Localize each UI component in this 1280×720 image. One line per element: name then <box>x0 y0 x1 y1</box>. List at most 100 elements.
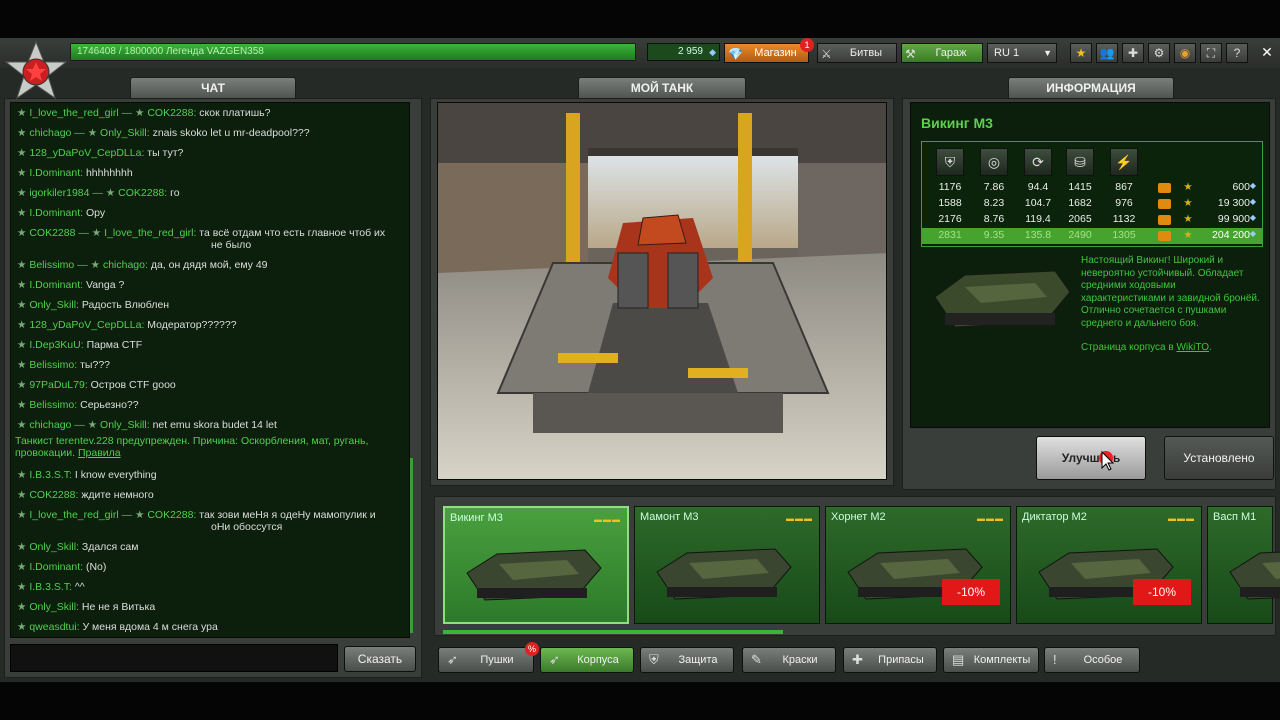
upgrade-level-icon: ▬▬▬ <box>977 514 1004 523</box>
rank-icon: — ★ <box>74 259 103 271</box>
chat-text: Парма CTF <box>86 339 143 351</box>
close-icon[interactable]: ✕ <box>1256 43 1278 63</box>
chat-sender[interactable]: I.Dominant <box>29 561 80 573</box>
modification-level-icon <box>1158 199 1171 209</box>
chat-sender[interactable]: I.Dominant <box>29 167 80 179</box>
chat-recipient[interactable]: COK2288 <box>118 187 164 199</box>
chat-sender[interactable]: I.Dep3KuU <box>29 339 80 351</box>
category-4[interactable]: ✎ Краски <box>742 647 836 673</box>
items-scrollbar[interactable] <box>443 630 783 634</box>
friends-icon[interactable]: 👥 <box>1096 43 1118 63</box>
help-icon[interactable]: ? <box>1226 43 1248 63</box>
chat-sender[interactable]: Only_Skill <box>29 299 76 311</box>
tank-preview <box>437 102 887 480</box>
upgrade-button[interactable]: Улучшить <box>1036 436 1146 480</box>
chat-recipient[interactable]: Only_Skill <box>100 127 147 139</box>
chat-sender[interactable]: I_love_the_red_girl <box>29 107 118 119</box>
chat-input[interactable] <box>10 644 338 672</box>
kits-icon: ▤ <box>952 652 965 667</box>
chat-text: hhhhhhhh <box>85 167 133 179</box>
chat-sender[interactable]: I_love_the_red_girl <box>29 509 118 521</box>
chat-message: ★ I_love_the_red_girl — ★ COK2288: скок … <box>17 107 270 119</box>
price-value: 600 <box>1232 181 1250 193</box>
crossed-swords-icon: ⚔ <box>821 47 832 61</box>
chat-message: ★ igorkiler1984 — ★ COK2288: го <box>17 187 180 199</box>
chat-sender[interactable]: Belissimo <box>29 359 74 371</box>
stats-row: 2831 9.35 135.8 2490 1305 ★ 204 200 ◆ <box>922 228 1262 244</box>
battles-button[interactable]: ⚔ Битвы <box>817 43 897 63</box>
crystals-value: 2 959 <box>677 46 703 57</box>
server-select[interactable]: RU 1 ▼ <box>987 43 1057 63</box>
chat-text: net emu skora budet 14 let <box>152 419 277 431</box>
chat-sender[interactable]: qweasdtui <box>29 621 76 633</box>
chat-message: ★ I.Dep3KuU: Парма CTF <box>17 339 142 351</box>
sound-icon[interactable]: ◉ <box>1174 43 1196 63</box>
stat-value: 1176 <box>938 181 962 193</box>
stat-value: 104.7 <box>1024 197 1052 209</box>
chat-recipient[interactable]: COK2288 <box>147 509 193 521</box>
cursor-icon <box>1098 448 1115 472</box>
category-5[interactable]: ✚ Припасы <box>843 647 937 673</box>
chat-message-list[interactable]: ★ I_love_the_red_girl — ★ COK2288: скок … <box>10 102 410 638</box>
star-icon[interactable]: ★ <box>1070 43 1092 63</box>
chat-sender[interactable]: Only_Skill <box>29 601 76 613</box>
chat-text: Серьезно?? <box>80 399 139 411</box>
add-friend-icon[interactable]: ✚ <box>1122 43 1144 63</box>
category-6[interactable]: ▤ Комплекты <box>943 647 1039 673</box>
rules-link[interactable]: Правила <box>78 447 121 459</box>
chat-sender[interactable]: igorkiler1984 <box>29 187 89 199</box>
tab-information: ИНФОРМАЦИЯ <box>1008 77 1174 99</box>
settings-gear-icon[interactable]: ⚙ <box>1148 43 1170 63</box>
chat-text: ^^ <box>74 581 85 593</box>
chat-recipient[interactable]: chichago <box>103 259 145 271</box>
chat-sender[interactable]: 128_yDaPoV_CepDLLa <box>29 319 141 331</box>
chat-sender[interactable]: I.Dominant <box>29 279 80 291</box>
discount-badge: -10% <box>942 579 1000 605</box>
chat-text: ты тут? <box>147 147 184 159</box>
stat-value: 1588 <box>938 197 962 209</box>
chat-sender[interactable]: chichago <box>29 419 71 431</box>
chat-sender[interactable]: chichago <box>29 127 71 139</box>
chat-recipient[interactable]: Only_Skill <box>100 419 147 431</box>
chat-scrollbar[interactable] <box>410 458 413 633</box>
tank-hull-icon <box>466 549 602 601</box>
chat-sender[interactable]: 128_yDaPoV_CepDLLa <box>29 147 141 159</box>
wiki-link[interactable]: WikiTO <box>1176 342 1209 353</box>
shop-button[interactable]: 💎 Магазин 1 <box>724 38 814 63</box>
item-card[interactable]: Васп М1 <box>1207 506 1280 624</box>
chat-text: ты??? <box>80 359 110 371</box>
item-card[interactable]: Мамонт М3 ▬▬▬ <box>634 506 820 624</box>
stat-value: 2176 <box>938 213 962 225</box>
tab-my-tank: МОЙ ТАНК <box>578 77 746 99</box>
chat-recipient[interactable]: I_love_the_red_girl <box>104 227 193 239</box>
item-card[interactable]: Диктатор М2 ▬▬▬ -10% <box>1016 506 1202 624</box>
chat-sender[interactable]: Belissimo <box>29 399 74 411</box>
chat-sender[interactable]: 97PaDuL79 <box>29 379 84 391</box>
chat-sender[interactable]: Only_Skill <box>29 541 76 553</box>
chat-sender[interactable]: COK2288 <box>29 227 75 239</box>
category-1[interactable]: ➶ Пушки% <box>438 642 539 673</box>
send-button[interactable]: Сказать <box>344 646 416 672</box>
fullscreen-icon[interactable]: ⛶ <box>1200 43 1222 63</box>
tank-hull-icon <box>1229 551 1280 600</box>
rank-icon: ★ <box>17 561 30 573</box>
category-3[interactable]: ⛨ Защита <box>640 647 734 673</box>
garage-button[interactable]: ⚒ Гараж <box>901 43 983 63</box>
rank-icon: ★ <box>17 541 30 553</box>
item-card[interactable]: Викинг М3 ▬▬▬ <box>443 506 629 624</box>
sale-badge-icon: % <box>525 642 539 656</box>
weight-icon: ⛁ <box>1066 148 1094 176</box>
chat-sender[interactable]: Belissimo <box>29 259 74 271</box>
chat-sender[interactable]: I.Dominant <box>29 207 80 219</box>
shop-button-label: Магазин <box>754 47 797 59</box>
chat-sender[interactable]: I.B.3.S.T <box>29 469 69 481</box>
stat-value: 9.35 <box>983 229 1005 241</box>
chat-sender[interactable]: I.B.3.S.T <box>29 581 69 593</box>
modification-level-icon <box>1158 215 1171 225</box>
item-card[interactable]: Хорнет М2 ▬▬▬ -10% <box>825 506 1011 624</box>
chat-sender[interactable]: COK2288 <box>29 489 75 501</box>
category-7[interactable]: ! Особое <box>1044 647 1140 673</box>
category-2[interactable]: ➶ Корпуса <box>540 647 634 673</box>
chat-recipient[interactable]: COK2288 <box>147 107 193 119</box>
chat-text: Остров CTF gooo <box>90 379 176 391</box>
